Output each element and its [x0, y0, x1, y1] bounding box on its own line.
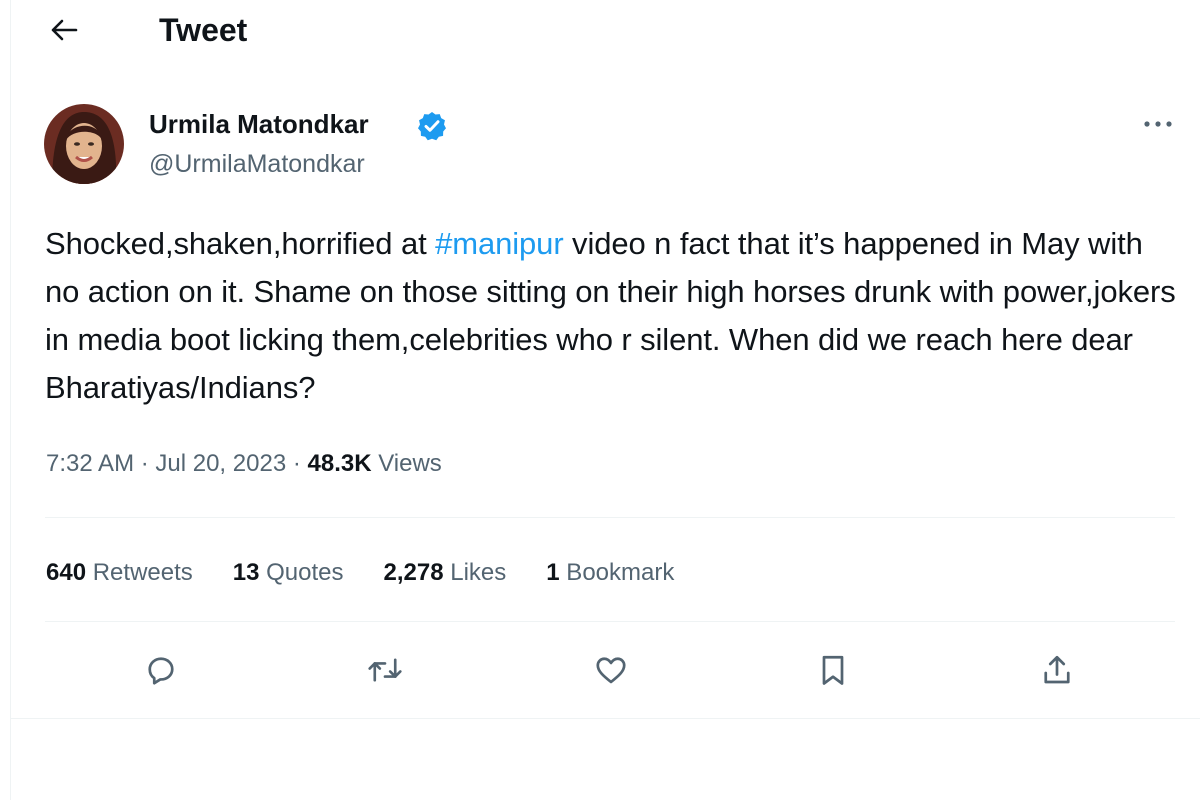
likes-stat[interactable]: 2,278 Likes — [384, 555, 507, 591]
tweet-page: Tweet Urmila Matondkar @UrmilaMatondkar … — [10, 0, 1200, 800]
verified-badge-icon — [418, 112, 446, 141]
bookmarks-label: Bookmark — [559, 559, 675, 586]
retweets-label: Retweets — [86, 559, 193, 586]
meta-separator: · — [134, 450, 156, 477]
likes-label: Likes — [443, 559, 507, 586]
quotes-stat[interactable]: 13 Quotes — [233, 555, 344, 591]
back-button[interactable] — [41, 10, 87, 50]
retweet-icon — [368, 658, 402, 682]
avatar[interactable] — [44, 104, 124, 184]
share-button[interactable] — [1035, 648, 1079, 692]
arrow-left-icon — [51, 19, 78, 41]
divider — [45, 621, 1175, 622]
divider — [11, 718, 1200, 719]
tweet-stats: 640 Retweets 13 Quotes 2,278 Likes 1 Boo… — [46, 555, 714, 591]
bookmark-icon — [822, 655, 844, 685]
views-label: Views — [371, 450, 442, 477]
tweet-date[interactable]: Jul 20, 2023 — [155, 450, 286, 477]
retweets-stat[interactable]: 640 Retweets — [46, 555, 193, 591]
tweet-text-start: Shocked,shaken,horrified at — [45, 226, 436, 261]
more-options-button[interactable] — [1135, 108, 1181, 140]
quotes-count: 13 — [232, 559, 260, 586]
reply-button[interactable] — [139, 648, 183, 692]
retweet-button[interactable] — [363, 648, 407, 692]
reply-icon — [148, 657, 174, 685]
page-title: Tweet — [159, 12, 248, 48]
retweets-count: 640 — [46, 559, 87, 586]
likes-count: 2,278 — [383, 559, 444, 586]
tweet-meta: 7:32 AM · Jul 20, 2023 · 48.3K Views — [46, 447, 442, 481]
divider — [45, 517, 1175, 518]
tweet-time[interactable]: 7:32 AM — [46, 450, 134, 477]
share-icon — [1044, 655, 1070, 684]
bookmarks-count: 1 — [546, 559, 560, 586]
meta-separator: · — [286, 450, 308, 477]
tweet-text: Shocked,shaken,horrified at #manipur vid… — [45, 220, 1180, 412]
like-icon — [596, 657, 626, 684]
more-icon — [1144, 121, 1172, 127]
quotes-label: Quotes — [259, 559, 344, 586]
author-handle[interactable]: @UrmilaMatondkar — [149, 148, 365, 180]
bookmark-button[interactable] — [811, 648, 855, 692]
hashtag-link[interactable]: #manipur — [435, 226, 564, 261]
bookmarks-stat[interactable]: 1 Bookmark — [546, 555, 674, 591]
page-header: Tweet — [11, 0, 1200, 62]
author-name[interactable]: Urmila Matondkar — [149, 107, 369, 141]
views-count: 48.3K — [307, 450, 372, 477]
avatar-image — [44, 104, 124, 184]
like-button[interactable] — [589, 648, 633, 692]
